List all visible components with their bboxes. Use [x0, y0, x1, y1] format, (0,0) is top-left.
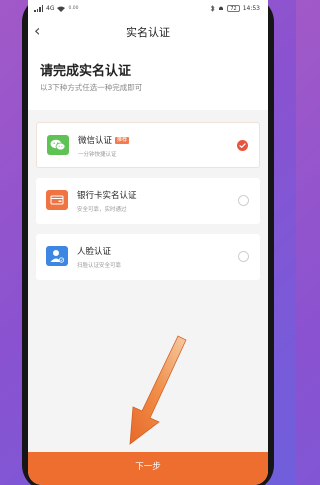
pointer-arrow-icon: [129, 335, 187, 445]
